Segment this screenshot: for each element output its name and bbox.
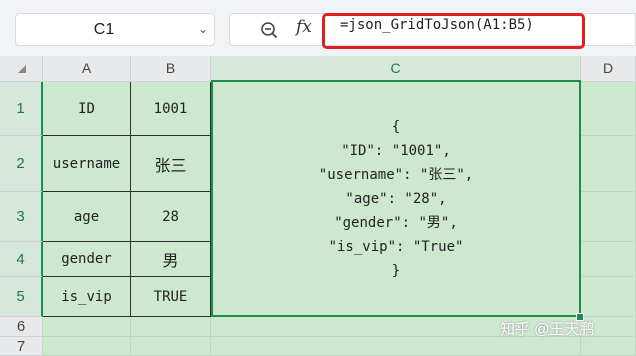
- chevron-down-icon[interactable]: ⌄: [198, 14, 208, 45]
- zoom-formula-icon[interactable]: [260, 21, 278, 39]
- cell-d4[interactable]: [581, 242, 636, 277]
- cell-b5[interactable]: TRUE: [131, 277, 211, 317]
- cell-d3[interactable]: [581, 192, 636, 242]
- column-header-c[interactable]: C: [211, 56, 581, 82]
- row-header-5[interactable]: 5: [0, 277, 43, 317]
- row-header-3[interactable]: 3: [0, 192, 43, 242]
- json-line: "age": "28",: [345, 190, 447, 207]
- json-output-cell[interactable]: { "ID": "1001", "username": "张三", "age":…: [211, 80, 581, 317]
- json-line: "ID": "1001",: [341, 142, 451, 159]
- select-all-icon[interactable]: [18, 65, 26, 73]
- row-header-1[interactable]: 1: [0, 82, 43, 136]
- cell-b2[interactable]: 张三: [131, 136, 211, 192]
- json-line: {: [391, 118, 401, 135]
- cell-a3[interactable]: age: [43, 192, 131, 242]
- row-header-6[interactable]: 6: [0, 317, 43, 337]
- json-line: }: [391, 262, 401, 279]
- cell-a5[interactable]: is_vip: [43, 277, 131, 317]
- row-header-4[interactable]: 4: [0, 242, 43, 277]
- cell-b4[interactable]: 男: [131, 242, 211, 277]
- name-box[interactable]: C1 ⌄: [15, 13, 215, 46]
- cell-d1[interactable]: [581, 82, 636, 136]
- formula-toolbar: C1 ⌄ fx =json_GridToJson(A1:B5): [0, 0, 636, 56]
- column-header-b[interactable]: B: [131, 56, 211, 82]
- cell-d7[interactable]: [581, 337, 636, 356]
- cell-c7[interactable]: [211, 337, 581, 356]
- watermark: 知乎 @王天鹏: [500, 321, 595, 338]
- row-header-2[interactable]: 2: [0, 136, 43, 192]
- json-line: "username": "张三",: [318, 166, 474, 183]
- cell-a4[interactable]: gender: [43, 242, 131, 277]
- cell-a2[interactable]: username: [43, 136, 131, 192]
- json-line: "is_vip": "True": [328, 238, 464, 255]
- cell-b3[interactable]: 28: [131, 192, 211, 242]
- column-header-a[interactable]: A: [43, 56, 131, 82]
- name-box-value: C1: [93, 21, 115, 38]
- cell-a1[interactable]: ID: [43, 82, 131, 136]
- cell-d5[interactable]: [581, 277, 636, 317]
- row-header-7[interactable]: 7: [0, 337, 43, 356]
- highlight-outline: [322, 13, 585, 49]
- column-header-d[interactable]: D: [581, 56, 636, 82]
- cell-b7[interactable]: [131, 337, 211, 356]
- cell-b6[interactable]: [131, 317, 211, 337]
- cell-b1[interactable]: 1001: [131, 82, 211, 136]
- cell-a6[interactable]: [43, 317, 131, 337]
- cell-d2[interactable]: [581, 136, 636, 192]
- json-line: "gender": "男",: [334, 214, 458, 231]
- cell-a7[interactable]: [43, 337, 131, 356]
- fx-icon[interactable]: fx: [296, 17, 312, 37]
